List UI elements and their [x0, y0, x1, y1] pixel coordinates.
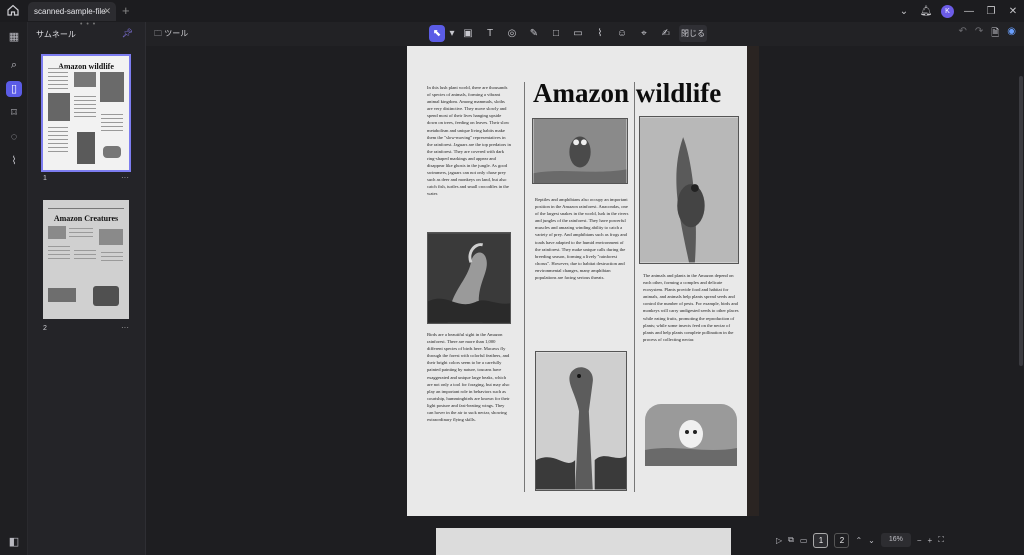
- thumbnail-photo: [77, 132, 95, 164]
- zoom-out-button[interactable]: −: [917, 536, 922, 545]
- comment-tool-icon[interactable]: ◎: [503, 25, 521, 42]
- title-bar: scanned-sample-file ✕ + ⌄ 🔔︎ K — ❐ ✕: [0, 0, 1024, 22]
- sticker-tool-icon[interactable]: ☺: [613, 25, 631, 42]
- chevron-down-icon[interactable]: ⌄: [893, 6, 915, 17]
- giraffe-photo: [535, 351, 627, 491]
- flamingo-photo: [427, 232, 511, 324]
- new-tab-button[interactable]: +: [122, 3, 130, 18]
- grid-icon[interactable]: ▦: [6, 29, 22, 45]
- bell-icon[interactable]: 🔔︎: [915, 6, 937, 17]
- comment-icon[interactable]: ◌: [6, 129, 22, 145]
- thumbnail-photo: [93, 286, 119, 306]
- pen-tool-icon[interactable]: ✎: [525, 25, 543, 42]
- column-3-text: The animals and plants in the Amazon dep…: [643, 273, 739, 342]
- barn-owl-photo: [645, 404, 737, 466]
- zoom-level[interactable]: 16%: [880, 533, 911, 547]
- home-icon[interactable]: [6, 3, 22, 19]
- redo-icon[interactable]: ↷: [975, 26, 983, 43]
- thumbnail-photo: [99, 229, 123, 245]
- page-2-button[interactable]: 2: [834, 532, 850, 548]
- more-options-icon[interactable]: ···: [121, 173, 129, 182]
- shape-tool-icon[interactable]: □: [547, 25, 565, 42]
- avatar[interactable]: K: [941, 4, 954, 18]
- document-tab[interactable]: scanned-sample-file ✕: [28, 2, 116, 21]
- minimize-icon[interactable]: —: [958, 6, 980, 17]
- restore-icon[interactable]: ❐: [980, 6, 1002, 17]
- window-controls: ⌄ 🔔︎ K — ❐ ✕: [893, 0, 1024, 22]
- column-divider: [524, 82, 525, 492]
- thumbnail-photo: [48, 93, 70, 121]
- thumbnail-photo: [48, 288, 76, 302]
- assistant-icon[interactable]: ◉: [1007, 26, 1016, 43]
- attachment-icon[interactable]: ⌇: [6, 153, 22, 169]
- column-1-bottom-text: Birds are a beautiful sight in the Amazo…: [427, 332, 510, 423]
- zoom-in-button[interactable]: +: [928, 536, 933, 545]
- play-icon[interactable]: ▷: [776, 536, 782, 545]
- bookmark-icon[interactable]: ⌑: [6, 105, 22, 121]
- text-box-icon[interactable]: ▣: [459, 25, 477, 42]
- select-tool-icon[interactable]: ⬉: [429, 25, 445, 42]
- panel-toggle-icon[interactable]: ◧: [6, 534, 22, 550]
- page-navigation-bar: ▷ ⧉ ▭ 1 2 ⌃ ⌄ 16% − + ⛶: [776, 530, 944, 550]
- page-thumbnail-1[interactable]: Amazon wildlife: [41, 54, 131, 172]
- layout-icon[interactable]: ⧉: [788, 535, 794, 545]
- signature-tool-icon[interactable]: ✍: [657, 25, 675, 42]
- column-2-text: Reptiles and amphibians also occupy an i…: [535, 197, 629, 281]
- frog-photo: [639, 116, 739, 264]
- attach-tool-icon[interactable]: ⌇: [591, 25, 609, 42]
- column-1-top-text: In this lush plant world, there are thou…: [427, 85, 511, 197]
- thumbnail-photo: [74, 72, 96, 87]
- more-options-icon[interactable]: ···: [121, 323, 129, 332]
- scrollbar-thumb[interactable]: [1019, 76, 1023, 366]
- tools-label: ツール: [164, 29, 189, 38]
- save-icon[interactable]: 🗎︎: [991, 26, 999, 43]
- text-tool-icon[interactable]: T: [481, 25, 499, 42]
- chevron-down-icon[interactable]: ⌄: [868, 536, 875, 545]
- scan-shadow-edge: [747, 46, 759, 516]
- thumbnail-heading: Amazon wildlife: [58, 62, 114, 71]
- vertical-scrollbar[interactable]: [1018, 46, 1024, 555]
- right-toolbar: ↶ ↷ 🗎︎ ◉: [958, 26, 1016, 43]
- stamp-tool-icon[interactable]: ▭: [569, 25, 587, 42]
- thumbnail-photo: [100, 72, 124, 102]
- fit-page-icon[interactable]: ⛶: [938, 535, 944, 545]
- left-rail: ▦ ⌕ ▯ ⌑ ◌ ⌇ ◧: [0, 22, 28, 555]
- search-icon[interactable]: ⌕: [6, 57, 22, 73]
- undo-icon[interactable]: ↶: [958, 26, 966, 43]
- tab-title: scanned-sample-file: [34, 7, 106, 16]
- page-number-label: 1: [43, 175, 47, 182]
- tools-button[interactable]: 🗀︎ ツール: [154, 28, 188, 42]
- page-title: Amazon wildlife: [533, 78, 722, 108]
- drag-handle-icon[interactable]: • • •: [80, 21, 96, 28]
- chevron-up-icon[interactable]: ⌃: [855, 536, 862, 545]
- page-number-label: 2: [43, 325, 47, 332]
- page-thumbnail-2[interactable]: Amazon Creatures: [43, 200, 129, 319]
- thumbnail-photo: [103, 146, 121, 158]
- tab-close-icon[interactable]: ✕: [103, 6, 111, 17]
- document-page-2-preview[interactable]: [436, 528, 731, 555]
- main-toolbar: 🗀︎ ツール ⬉ ▾ ▣ T ◎ ✎ □ ▭ ⌇ ☺ ⌖ ✍ 閉じる ↶ ↷ 🗎…: [146, 22, 1024, 46]
- pin-icon[interactable]: 📌︎: [122, 28, 133, 39]
- measure-tool-icon[interactable]: ⌖: [635, 25, 653, 42]
- present-icon[interactable]: ▭: [800, 536, 808, 545]
- page-1-button[interactable]: 1: [813, 532, 829, 548]
- column-divider: [634, 82, 635, 492]
- close-window-icon[interactable]: ✕: [1002, 6, 1024, 17]
- thumbnail-photo: [48, 226, 66, 239]
- thumbnail-heading: Amazon Creatures: [53, 214, 119, 223]
- owl-photo: [532, 118, 628, 184]
- thumbnail-page-icon[interactable]: ▯: [6, 81, 22, 97]
- dropdown-chevron-icon[interactable]: ▾: [449, 25, 455, 42]
- annotation-tools: ⬉ ▾ ▣ T ◎ ✎ □ ▭ ⌇ ☺ ⌖ ✍ 閉じる: [429, 25, 707, 42]
- panel-title: サムネール: [36, 30, 76, 39]
- close-tools-button[interactable]: 閉じる: [679, 25, 707, 42]
- thumbnail-panel: • • • サムネール 📌︎ Amazon wildlife 1 ··· Ama…: [28, 21, 146, 555]
- document-page-1[interactable]: Amazon wildlife In this lush plant world…: [407, 46, 759, 516]
